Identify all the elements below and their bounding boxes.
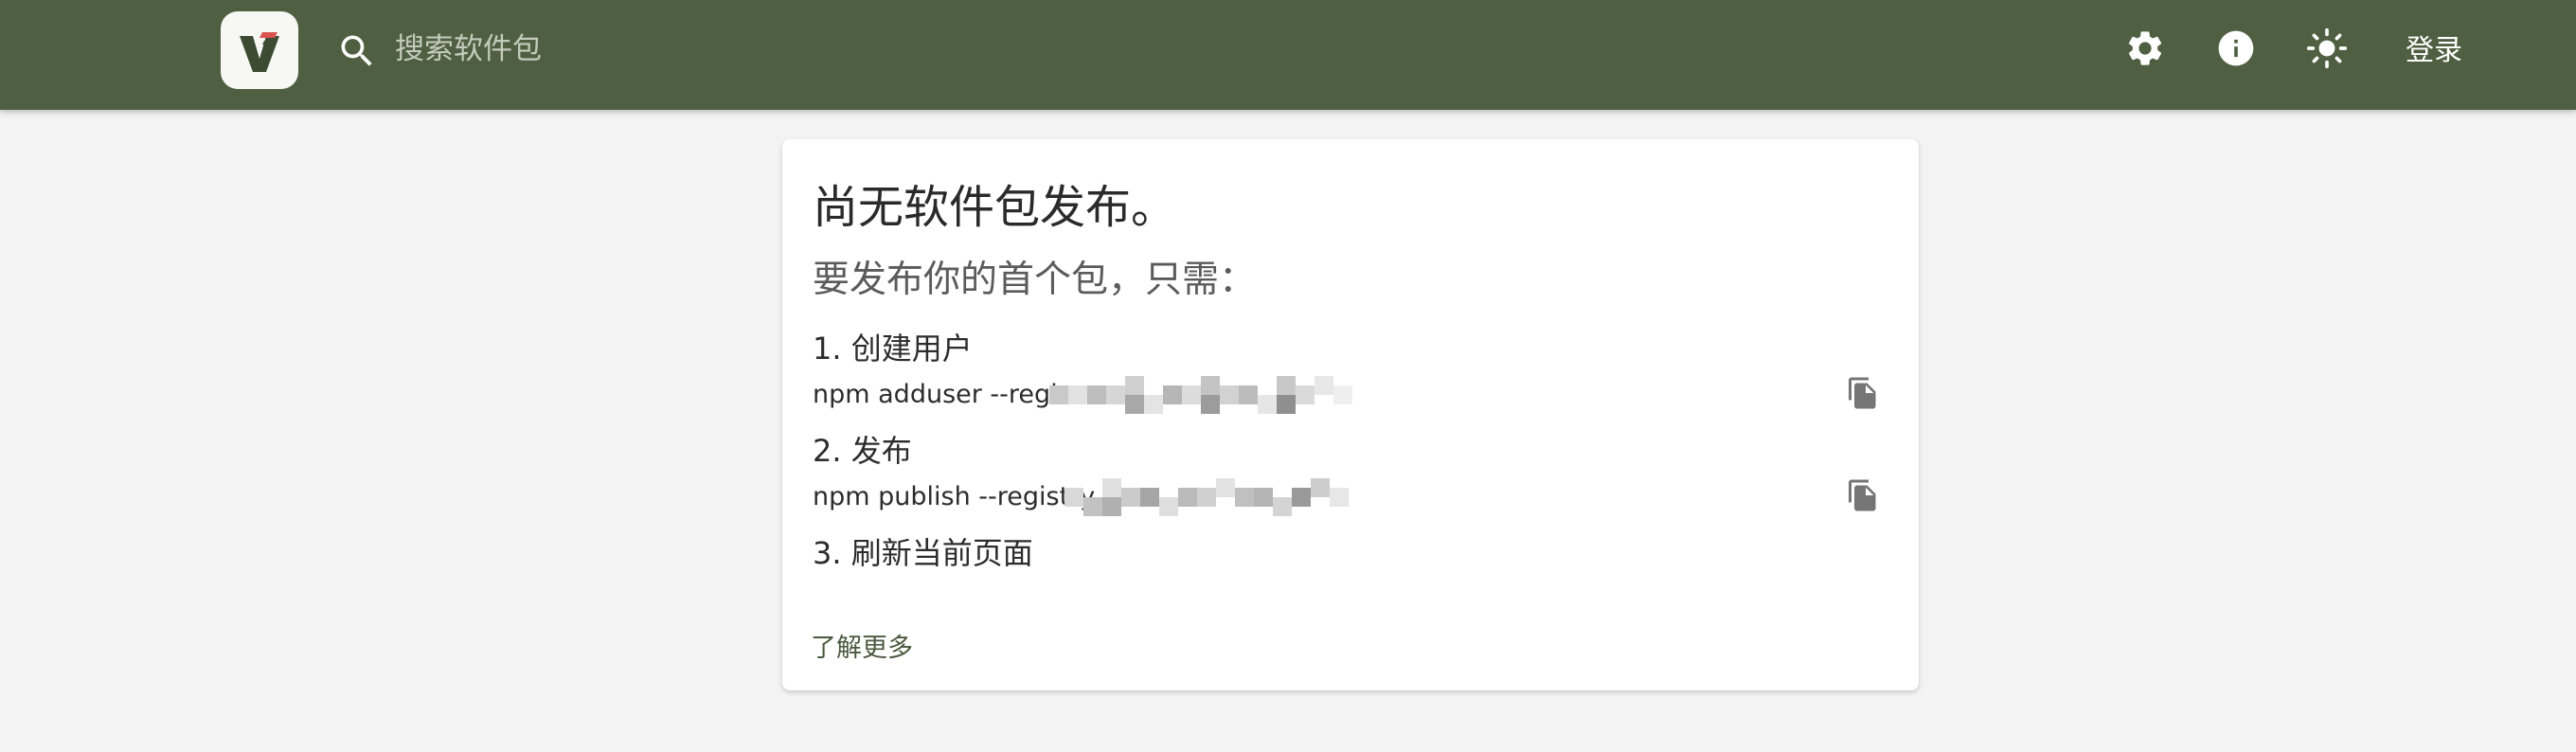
- copy-icon: [1849, 377, 1876, 409]
- page-title: 尚无软件包发布。: [813, 181, 1177, 234]
- redacted-registry-url: [1064, 476, 1386, 518]
- info-button[interactable]: [2210, 23, 2262, 74]
- login-button[interactable]: 登录: [2396, 28, 2472, 74]
- search-icon: [341, 35, 372, 66]
- step-refresh: 3. 刷新当前页面: [813, 535, 1033, 571]
- redacted-registry-url: [1049, 374, 1371, 416]
- copy-publish-button[interactable]: [1838, 471, 1887, 520]
- app-header: 登录: [0, 0, 2576, 110]
- settings-button[interactable]: [2120, 23, 2171, 74]
- page-subtitle: 要发布你的首个包，只需：: [813, 259, 1257, 301]
- command-publish: npm publish --registry: [813, 478, 1095, 516]
- verdaccio-logo-icon: [240, 32, 279, 72]
- sun-icon: [2306, 27, 2348, 69]
- learn-more-link[interactable]: 了解更多: [811, 627, 913, 664]
- command-adduser-text: npm adduser --regis: [813, 380, 1071, 409]
- copy-icon: [1849, 479, 1876, 511]
- logo[interactable]: [221, 11, 298, 89]
- step-create-user: 1. 创建用户: [813, 331, 973, 367]
- gear-icon: [2128, 31, 2162, 65]
- command-adduser: npm adduser --regis: [813, 376, 1071, 414]
- step-publish: 2. 发布: [813, 433, 912, 469]
- empty-state-card: 尚无软件包发布。 要发布你的首个包，只需： 1. 创建用户 npm adduse…: [782, 139, 1919, 690]
- search-input[interactable]: [395, 28, 963, 70]
- info-icon: [2218, 30, 2254, 66]
- search-bar[interactable]: [336, 21, 999, 78]
- command-publish-text: npm publish --registry: [813, 482, 1096, 511]
- theme-toggle-button[interactable]: [2301, 23, 2352, 74]
- copy-adduser-button[interactable]: [1838, 368, 1887, 418]
